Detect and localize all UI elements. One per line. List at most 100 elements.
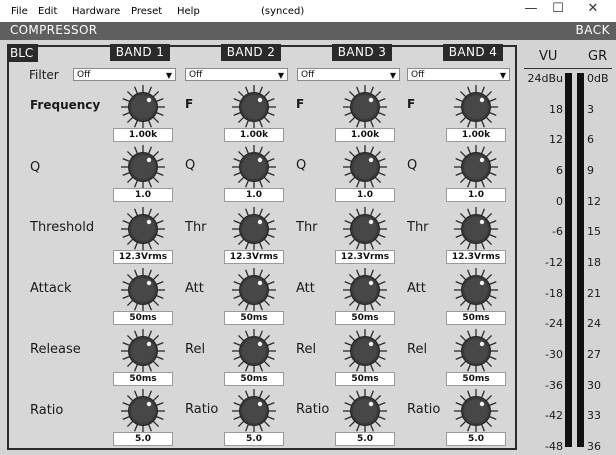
band-3-q-value[interactable]: 1.0 [335,188,395,202]
attack-label: Attack [30,281,72,296]
band-4-release-value[interactable]: 50ms [446,372,506,386]
meter-divider [524,68,612,69]
band-4-frequency-label: F [407,97,416,111]
band-2-threshold-label: Thr [185,220,207,235]
vu-tick-label: -12 [545,256,563,269]
band-3-release-value[interactable]: 50ms [335,372,395,386]
gr-tick-label: 3 [587,102,594,116]
gr-meter-bar [577,73,584,447]
chevron-down-icon: ▼ [165,71,172,80]
minimize-button[interactable]: — [518,0,544,20]
band-2-release-knob[interactable] [231,328,277,374]
band-3-frequency-knob[interactable] [342,84,388,130]
band-1-filter-select[interactable]: Off ▼ [73,68,176,81]
vu-tick-label: -42 [545,409,563,423]
band-4-q-value[interactable]: 1.0 [446,188,506,202]
band-1-frequency-knob[interactable] [120,84,166,130]
band-2-attack-knob[interactable] [231,267,277,313]
chevron-down-icon: ▼ [499,71,506,80]
band-4-header: BAND 4 [443,44,503,61]
vu-tick-label: -18 [545,286,563,300]
gr-tick-label: 6 [587,133,594,147]
band-4-ratio-knob[interactable] [453,388,499,434]
band-4-threshold-knob[interactable] [453,206,499,252]
band-3-release-knob[interactable] [342,328,388,374]
band-1-filter-value: Off [77,70,91,80]
gr-tick-label: 24 [587,317,601,331]
menu-preset[interactable]: Preset [131,6,162,17]
vu-tick-label: 24dBu [527,72,564,85]
gr-tick-label: 9 [587,164,594,177]
band-1-ratio-knob[interactable] [120,388,166,434]
band-1-release-value[interactable]: 50ms [113,372,173,386]
band-2-release-value[interactable]: 50ms [224,372,284,386]
vu-tick-label: 6 [556,164,563,177]
gr-tick-label: 33 [587,409,601,423]
gr-tick-label: 18 [587,256,601,269]
menu-help[interactable]: Help [177,6,200,17]
band-4-attack-value[interactable]: 50ms [446,311,506,325]
band-4-attack-knob[interactable] [453,267,499,313]
band-3-ratio-value[interactable]: 5.0 [335,432,395,446]
vu-meter-bar [565,73,572,447]
band-1-attack-value[interactable]: 50ms [113,311,173,325]
menu-edit[interactable]: Edit [38,6,57,17]
band-1-release-knob[interactable] [120,328,166,374]
band-3-ratio-knob[interactable] [342,388,388,434]
band-2-threshold-value[interactable]: 12.3Vrms [224,250,284,264]
band-3-frequency-value[interactable]: 1.00k [335,128,395,142]
maximize-button[interactable]: ☐ [545,0,571,20]
filter-label: Filter [29,68,59,82]
menu-hardware[interactable]: Hardware [72,6,120,17]
band-3-threshold-label: Thr [296,220,318,235]
chevron-down-icon: ▼ [277,71,284,80]
compressor-header: COMPRESSOR BACK [0,22,616,40]
band-1-q-knob[interactable] [120,144,166,190]
band-2-filter-select[interactable]: Off ▼ [185,68,288,81]
vu-label: VU [539,49,558,64]
band-4-q-knob[interactable] [453,144,499,190]
band-2-threshold-knob[interactable] [231,206,277,252]
release-label: Release [30,342,81,357]
band-1-frequency-value[interactable]: 1.00k [113,128,173,142]
band-4-frequency-value[interactable]: 1.00k [446,128,506,142]
band-4-filter-value: Off [411,70,425,80]
band-4-release-knob[interactable] [453,328,499,374]
band-3-threshold-knob[interactable] [342,206,388,252]
band-2-ratio-value[interactable]: 5.0 [224,432,284,446]
band-2-ratio-knob[interactable] [231,388,277,434]
vu-tick-label: -24 [545,317,563,331]
band-2-attack-value[interactable]: 50ms [224,311,284,325]
band-2-ratio-label: Ratio [185,402,219,417]
close-button[interactable]: ✕ [580,0,606,20]
blc-badge: BLC [7,44,39,62]
band-2-q-label: Q [185,158,196,173]
band-1-ratio-value[interactable]: 5.0 [113,432,173,446]
gr-tick-label: 36 [587,440,601,453]
band-2-frequency-knob[interactable] [231,84,277,130]
band-4-ratio-label: Ratio [407,402,441,417]
band-2-q-knob[interactable] [231,144,277,190]
band-2-frequency-value[interactable]: 1.00k [224,128,284,142]
vu-tick-label: -6 [552,225,563,239]
q-label: Q [30,160,41,175]
threshold-label: Threshold [30,220,95,235]
band-3-q-knob[interactable] [342,144,388,190]
band-3-threshold-value[interactable]: 12.3Vrms [335,250,395,264]
band-3-attack-label: Att [296,281,315,296]
band-2-q-value[interactable]: 1.0 [224,188,284,202]
band-4-filter-select[interactable]: Off ▼ [407,68,510,81]
band-3-filter-select[interactable]: Off ▼ [297,68,400,81]
band-3-attack-knob[interactable] [342,267,388,313]
band-1-attack-knob[interactable] [120,267,166,313]
band-3-ratio-label: Ratio [296,402,330,417]
band-3-attack-value[interactable]: 50ms [335,311,395,325]
band-1-q-value[interactable]: 1.0 [113,188,173,202]
back-button[interactable]: BACK [576,23,610,37]
menu-file[interactable]: File [11,6,28,17]
band-4-threshold-value[interactable]: 12.3Vrms [446,250,506,264]
band-1-threshold-value[interactable]: 12.3Vrms [113,250,173,264]
band-1-threshold-knob[interactable] [120,206,166,252]
band-4-frequency-knob[interactable] [453,84,499,130]
band-4-ratio-value[interactable]: 5.0 [446,432,506,446]
